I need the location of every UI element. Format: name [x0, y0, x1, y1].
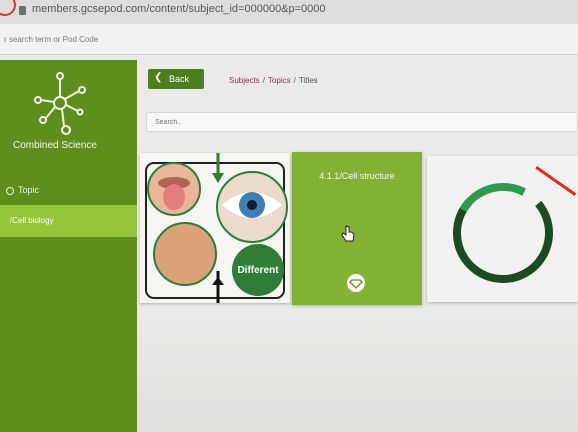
pod-thumbnail-cells[interactable]: Different [140, 153, 290, 303]
pod-title-tile[interactable]: 4.1.1/Cell structure [292, 152, 422, 305]
breadcrumb: Subjects / Topics / Titles [229, 76, 318, 85]
hand-cursor-icon [341, 225, 355, 242]
sidebar-item-cell-biology[interactable]: /Cell biology [0, 205, 137, 237]
breadcrumb-separator: / [293, 76, 296, 85]
content-background [137, 315, 578, 432]
back-chevron-icon: ❮ [154, 72, 163, 83]
url-text[interactable]: members.gcsepod.com/content/subject_id=0… [32, 3, 326, 15]
cell-diversity-illustration [145, 153, 288, 303]
tile-badge: Different [237, 265, 279, 276]
back-button[interactable]: ❮ Back [148, 69, 204, 89]
sidebar-item-topic[interactable]: Topic [0, 182, 137, 204]
search-input[interactable] [146, 112, 578, 132]
molecule-logo-icon [34, 72, 86, 135]
site-search-placeholder[interactable]: r search term or Pod Code [4, 35, 98, 44]
sidebar: Combined Science Topic /Cell biology [0, 60, 137, 432]
sidebar-item-label: Topic [18, 185, 40, 195]
breadcrumb-titles: Titles [298, 76, 318, 85]
back-button-label: Back [169, 74, 190, 84]
lock-icon [19, 6, 26, 15]
radio-circle-icon [6, 187, 14, 195]
red-annotation-mark [0, 0, 16, 16]
diamond-icon[interactable] [347, 274, 365, 292]
subject-title: Combined Science [13, 140, 97, 151]
browser-url-bar[interactable]: members.gcsepod.com/content/subject_id=0… [0, 0, 578, 25]
breadcrumb-subjects[interactable]: Subjects [229, 76, 260, 85]
pod-title: 4.1.1/Cell structure [319, 171, 395, 181]
sidebar-item-label: /Cell biology [10, 216, 54, 225]
site-search-bar[interactable]: r search term or Pod Code [0, 24, 578, 55]
breadcrumb-separator: / [262, 76, 265, 85]
breadcrumb-topics[interactable]: Topics [268, 76, 291, 85]
